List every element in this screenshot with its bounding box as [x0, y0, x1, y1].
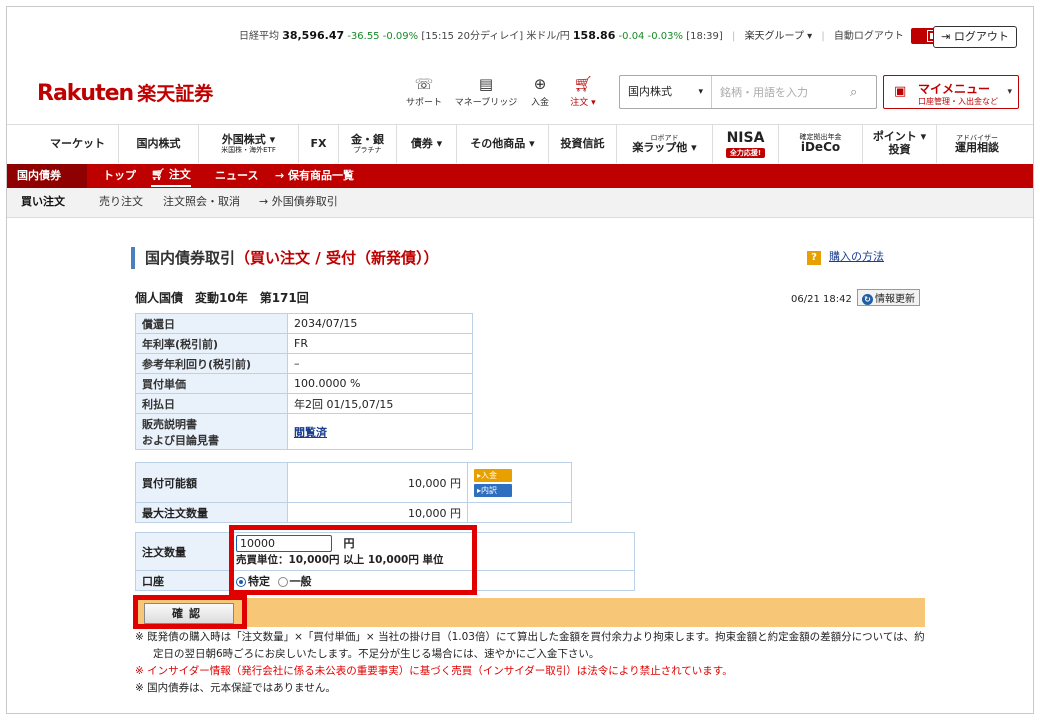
howto-link[interactable]: ? 購入の方法	[807, 248, 884, 265]
refresh-icon: ↻	[862, 294, 874, 305]
highlight-box-confirm	[133, 595, 247, 629]
search-icon[interactable]: ⌕	[850, 85, 876, 100]
nikkei-time: [15:15 20分ディレイ]	[421, 31, 524, 42]
mymenu-icon: ▣	[894, 84, 907, 99]
notes: ※ 既発債の購入時は「注文数量」×「買付単価」× 当社の掛け目（1.03倍）にて…	[135, 629, 935, 697]
link-foreign-bond[interactable]: → 外国債券取引	[259, 188, 338, 216]
logout-icon: ⇥	[941, 30, 951, 43]
usd-time: [18:39]	[686, 31, 723, 42]
timestamp: 06/21 18:42 ↻ 情報更新	[791, 289, 921, 306]
nikkei-change: -36.55	[347, 31, 380, 42]
nav-gold-silver[interactable]: 金・銀 プラチナ	[339, 125, 397, 163]
bank-icon: ▤	[478, 75, 494, 93]
refresh-button[interactable]: ↻ 情報更新	[857, 289, 921, 306]
cart-icon: 🛒︎	[573, 75, 593, 93]
cart-icon: 🛒︎	[151, 168, 165, 181]
bond-section-nav: 国内債券 トップ 🛒︎ 注文 ニュース → 保有商品一覧	[7, 164, 1033, 188]
search-box: 国内株式 銘柄・用語を入力 ⌕	[619, 75, 877, 109]
table-row: 年利率(税引前) FR	[135, 333, 473, 354]
market-ticker: 日経平均 38,596.47 -36.55 -0.09% [15:15 20分デ…	[239, 27, 942, 44]
highlight-box-order	[229, 525, 477, 595]
auto-logout-label: 自動ログアウト	[833, 31, 904, 42]
bond-info-table: 償還日 2034/07/15 年利率(税引前) FR 参考年利回り(税引前) – 買付…	[135, 313, 473, 450]
tab-sell-order[interactable]: 売り注文	[99, 188, 143, 216]
nav-advisor[interactable]: アドバイザー 運用相談	[937, 125, 1017, 163]
nav-nisa[interactable]: NISA 全力応援!	[713, 125, 779, 163]
order-menu[interactable]: 🛒︎ 注文 ▾	[563, 75, 603, 108]
tab-order-inquiry[interactable]: 注文照会・取消	[163, 188, 240, 216]
table-row: 買付可能額 10,000 円 ▸入金 ▸内訳	[135, 462, 572, 503]
nav-holdings[interactable]: → 保有商品一覧	[275, 164, 354, 188]
nav-domestic-stock[interactable]: 国内株式	[119, 125, 199, 163]
tab-buy-order[interactable]: 買い注文	[21, 188, 65, 216]
moneybridge-link[interactable]: ▤ マネーブリッジ	[451, 75, 521, 108]
deposit-icon: ⊕	[533, 75, 547, 93]
usd-label: 米ドル/円	[526, 31, 570, 42]
note-principal: ※ 国内債券は、元本保証ではありません。	[135, 682, 336, 694]
nav-bond-top[interactable]: トップ	[103, 164, 136, 188]
global-nav: マーケット 国内株式 外国株式 ▾ 米国株・海外ETF FX 金・銀 プラチナ 債券…	[7, 124, 1033, 163]
nikkei-label: 日経平均	[239, 31, 279, 42]
nav-ideco[interactable]: 確定拠出年金 iDeCo	[779, 125, 863, 163]
mymenu-title: マイメニュー	[918, 82, 991, 96]
table-row: 参考年利回り(税引前) –	[135, 353, 473, 374]
deposit-link[interactable]: ⊕ 入金	[523, 75, 557, 108]
nav-bond-news[interactable]: ニュース	[215, 164, 258, 188]
table-row: 最大注文数量 10,000 円	[135, 502, 572, 523]
support-link[interactable]: ☏ サポート	[397, 75, 451, 108]
nav-domestic-bond[interactable]: 国内債券	[7, 164, 87, 188]
table-row: 販売説明書 および目論見書 閲覧済	[135, 413, 473, 450]
logout-button[interactable]: ⇥ ログアウト	[933, 26, 1017, 48]
table-row: 利払日 年2回 01/15,07/15	[135, 393, 473, 414]
nav-bond-order[interactable]: 🛒︎ 注文	[151, 165, 191, 187]
table-row: 償還日 2034/07/15	[135, 313, 473, 334]
page-title: 国内債券取引（買い注文 / 受付（新発債））	[131, 247, 438, 269]
nav-robo-advisor[interactable]: ロボアド 楽ラップ他 ▾	[617, 125, 713, 163]
nav-other-products[interactable]: その他商品 ▾	[457, 125, 549, 163]
support-icon: ☏	[414, 75, 434, 93]
search-category-select[interactable]: 国内株式	[620, 76, 712, 108]
action-bar	[135, 598, 925, 627]
order-subnav: 買い注文 売り注文 注文照会・取消 → 外国債券取引	[7, 188, 1033, 218]
nav-investment-trust[interactable]: 投資信託	[549, 125, 617, 163]
nav-bonds[interactable]: 債券 ▾	[397, 125, 457, 163]
nikkei-pct: -0.09%	[382, 31, 419, 42]
usd-change: -0.04	[618, 31, 645, 42]
nikkei-value: 38,596.47	[282, 29, 345, 42]
nav-foreign-stock[interactable]: 外国株式 ▾ 米国株・海外ETF	[199, 125, 299, 163]
note-insider: ※ インサイダー情報（発行会社に係る未公表の重要事実）に基づく売買（インサイダー…	[135, 665, 733, 677]
rakuten-logo[interactable]: Rakuten 楽天証券	[37, 79, 213, 106]
breakdown-button[interactable]: ▸内訳	[474, 483, 512, 497]
usd-pct: -0.03%	[647, 31, 683, 42]
mymenu-subtitle: 口座管理・入出金など	[918, 97, 998, 106]
nav-market[interactable]: マーケット	[37, 125, 119, 163]
nav-points[interactable]: ポイント ▾ 投資	[863, 125, 937, 163]
usd-value: 158.86	[572, 29, 616, 42]
chevron-down-icon: ▾	[1007, 87, 1012, 97]
mymenu-button[interactable]: ▣ マイメニュー 口座管理・入出金など ▾	[883, 75, 1019, 109]
table-row: 買付単価 100.0000 %	[135, 373, 473, 394]
help-icon: ?	[807, 251, 821, 265]
note-margin: ※ 既発債の購入時は「注文数量」×「買付単価」× 当社の掛け目（1.03倍）にて…	[135, 631, 925, 660]
bond-name: 個人国債 変動10年 第171回	[135, 291, 309, 305]
prospectus-link[interactable]: 閲覧済	[294, 426, 327, 439]
balance-table: 買付可能額 10,000 円 ▸入金 ▸内訳 最大注文数量 10,000 円	[135, 462, 572, 523]
nav-fx[interactable]: FX	[299, 125, 339, 163]
rakuten-group-menu[interactable]: 楽天グループ ▾	[745, 31, 813, 42]
browser-frame: 日経平均 38,596.47 -36.55 -0.09% [15:15 20分デ…	[6, 6, 1034, 714]
search-input[interactable]: 銘柄・用語を入力	[712, 84, 850, 100]
deposit-button[interactable]: ▸入金	[474, 468, 512, 482]
